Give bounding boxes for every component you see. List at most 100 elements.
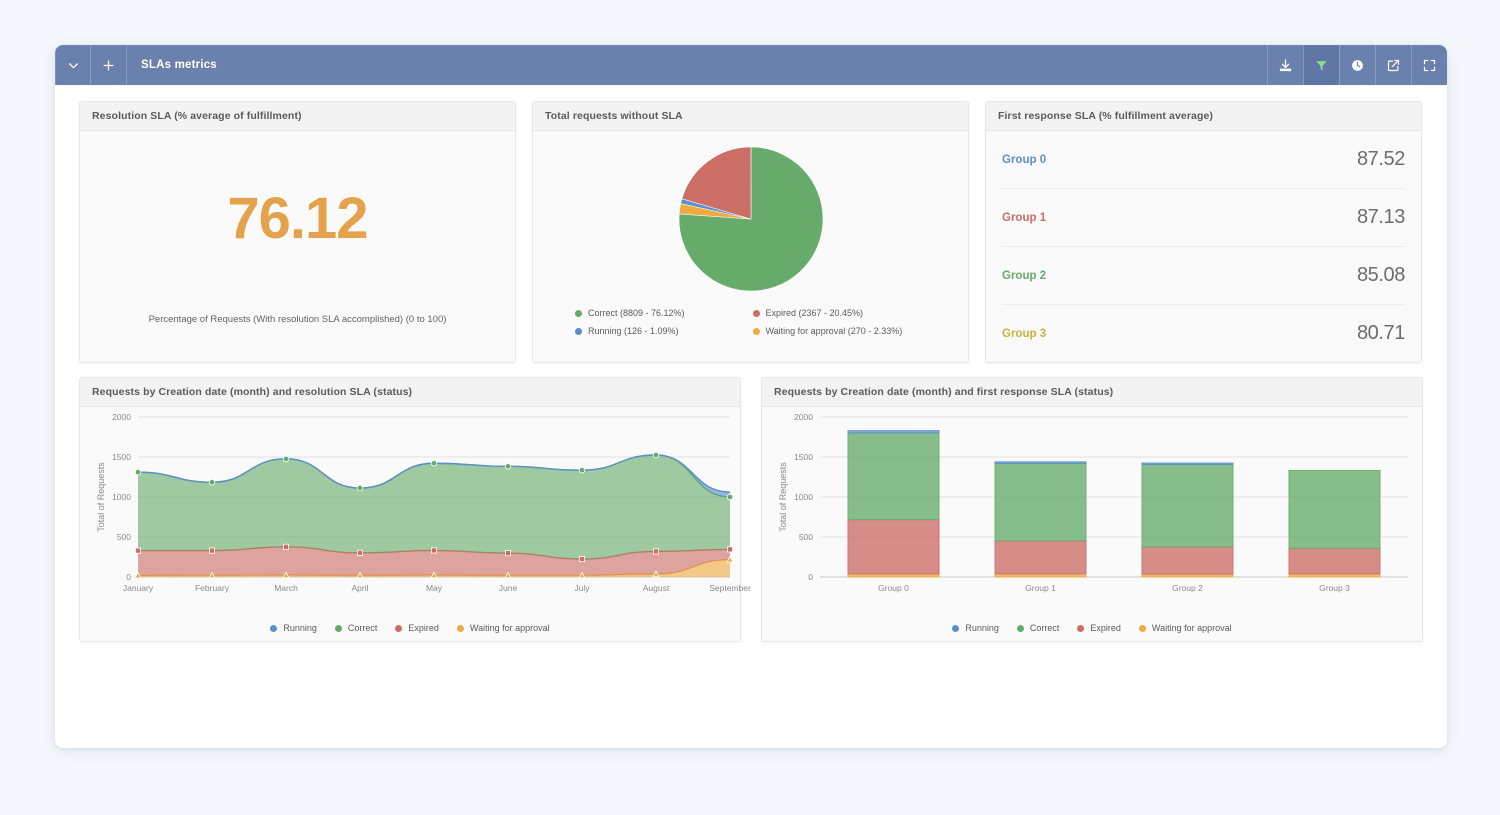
chart-legend-item[interactable]: Waiting for approval: [456, 623, 550, 633]
bar-segment[interactable]: [847, 519, 940, 575]
chart-legend-item[interactable]: Expired: [395, 623, 439, 633]
data-point-marker[interactable]: [208, 547, 215, 554]
download-button[interactable]: [1267, 45, 1303, 85]
bar-segment[interactable]: [1288, 573, 1381, 578]
data-point-marker[interactable]: [578, 467, 586, 474]
chart-legend-item[interactable]: Correct: [1016, 623, 1059, 633]
bar-chart-svg[interactable]: 0 500 1000 1500 2000 Total of Requests Group 0…: [762, 407, 1422, 607]
pie-chart[interactable]: [675, 143, 827, 300]
x-axis-tick-label: August: [643, 583, 670, 593]
bar-segment[interactable]: [847, 432, 940, 521]
pie-legend-item[interactable]: Expired (2367 - 20.45%): [752, 308, 927, 318]
window-toolbar: SLAs metrics: [55, 45, 1447, 85]
bar-chart-legend: Running Correct Expired Waiting for approva…: [762, 623, 1422, 633]
y-axis-tick-label: 2000: [112, 412, 131, 422]
data-point-marker[interactable]: [504, 550, 511, 557]
chevron-down-icon: [68, 62, 78, 68]
group-list: Group 0 87.52 Group 1 87.13 Group 2 85.08 Grou…: [986, 131, 1421, 362]
x-axis-tick-label: January: [123, 583, 154, 593]
legend-label: Waiting for approval: [469, 623, 550, 633]
data-point-marker[interactable]: [578, 555, 585, 562]
data-point-marker[interactable]: [134, 468, 142, 476]
data-point-marker[interactable]: [652, 451, 660, 459]
legend-color-dot: [752, 309, 760, 317]
fullscreen-icon: [1423, 59, 1436, 71]
fullscreen-button[interactable]: [1411, 45, 1447, 85]
card-resolution-sla: Resolution SLA (% average of fulfillment…: [79, 101, 516, 363]
bar-segment[interactable]: [847, 573, 940, 578]
edit-icon: [1387, 59, 1400, 71]
area-series-fill[interactable]: [138, 455, 730, 559]
bar-segment[interactable]: [1141, 464, 1234, 548]
y-axis-title: Total of Requests: [778, 462, 788, 532]
legend-color-dot: [270, 624, 278, 632]
data-point-marker[interactable]: [356, 484, 364, 492]
x-axis-tick-label: February: [195, 583, 230, 593]
bar-segment[interactable]: [1288, 547, 1381, 575]
x-axis-tick-label: Group 2: [1172, 583, 1203, 593]
chart-legend-item[interactable]: Expired: [1077, 623, 1121, 633]
add-button[interactable]: [91, 45, 127, 85]
card-title: Requests by Creation date (month) and re…: [80, 378, 740, 407]
group-value: 80.71: [1356, 322, 1405, 344]
pie-legend-item[interactable]: Waiting for approval (270 - 2.33%): [752, 326, 927, 336]
legend-color-dot: [456, 624, 464, 632]
data-point-marker[interactable]: [356, 549, 363, 556]
data-point-marker[interactable]: [504, 463, 512, 470]
y-axis-tick-label: 500: [117, 532, 131, 542]
chart-legend-item[interactable]: Running: [952, 623, 999, 633]
data-point-marker[interactable]: [282, 543, 289, 550]
bar-segment[interactable]: [1141, 546, 1234, 575]
card-content: Group 0 87.52 Group 1 87.13 Group 2 85.08 Grou…: [986, 131, 1421, 362]
x-axis-tick-label: May: [426, 583, 443, 593]
card-requests-resolution-sla: Requests by Creation date (month) and re…: [79, 377, 751, 642]
legend-label: Correct: [347, 623, 378, 633]
edit-button[interactable]: [1375, 45, 1411, 85]
bar-segment[interactable]: [994, 461, 1087, 464]
bar-segment[interactable]: [847, 430, 940, 434]
bar-segment[interactable]: [994, 540, 1087, 575]
dashboard-board: Resolution SLA (% average of fulfillment…: [55, 85, 1447, 642]
collapse-button[interactable]: [55, 45, 91, 85]
data-point-marker[interactable]: [208, 478, 216, 486]
bar-segment[interactable]: [994, 463, 1087, 542]
legend-color-dot: [395, 624, 403, 632]
legend-label: Running: [283, 623, 317, 633]
legend-label: Running (126 - 1.09%): [588, 326, 679, 336]
chart-legend-item[interactable]: Running: [270, 623, 317, 633]
pie-legend-item[interactable]: Correct (8809 - 76.12%): [575, 308, 749, 318]
bar-segment[interactable]: [994, 573, 1087, 578]
bar-segment[interactable]: [1288, 469, 1381, 549]
y-axis-tick-label: 1500: [794, 452, 813, 462]
pie-legend-item[interactable]: Running (126 - 1.09%): [575, 326, 749, 336]
pie-legend: Correct (8809 - 76.12%) Expired (2367 - 2…: [533, 308, 968, 336]
group-name: Group 3: [1002, 327, 1047, 340]
bar-segment[interactable]: [1141, 573, 1234, 578]
legend-color-dot: [1016, 624, 1024, 632]
chart-legend-item[interactable]: Waiting for approval: [1138, 623, 1232, 633]
card-total-requests-without-sla: Total requests without SLA Correct (8809…: [532, 101, 969, 363]
data-point-marker[interactable]: [282, 455, 290, 463]
area-chart-svg[interactable]: 0 500 1000 1500 2000 Total of Requests January…: [80, 407, 751, 607]
group-row[interactable]: Group 0 87.52: [1002, 131, 1405, 189]
data-point-marker[interactable]: [430, 547, 437, 554]
group-value: 87.52: [1356, 148, 1405, 170]
data-point-marker[interactable]: [726, 493, 734, 501]
group-row[interactable]: Group 2 85.08: [1002, 247, 1405, 305]
group-value: 85.08: [1356, 264, 1405, 286]
schedule-button[interactable]: [1339, 45, 1375, 85]
data-point-marker[interactable]: [727, 546, 734, 553]
x-axis-tick-label: June: [499, 583, 518, 593]
group-row[interactable]: Group 3 80.71: [1002, 305, 1405, 362]
bar-segment[interactable]: [1141, 462, 1234, 465]
legend-label: Expired: [1090, 623, 1121, 633]
data-point-marker[interactable]: [430, 460, 438, 467]
chart-legend-item[interactable]: Correct: [334, 623, 378, 633]
area-chart-legend: Running Correct Expired Waiting for approva…: [80, 623, 740, 633]
dashboard-row-bottom: Requests by Creation date (month) and re…: [79, 377, 1423, 642]
data-point-marker[interactable]: [135, 547, 142, 554]
filter-button[interactable]: [1303, 45, 1339, 85]
data-point-marker[interactable]: [653, 548, 660, 555]
group-row[interactable]: Group 1 87.13: [1002, 189, 1405, 247]
kpi-caption: Percentage of Requests (With resolution …: [148, 314, 447, 325]
